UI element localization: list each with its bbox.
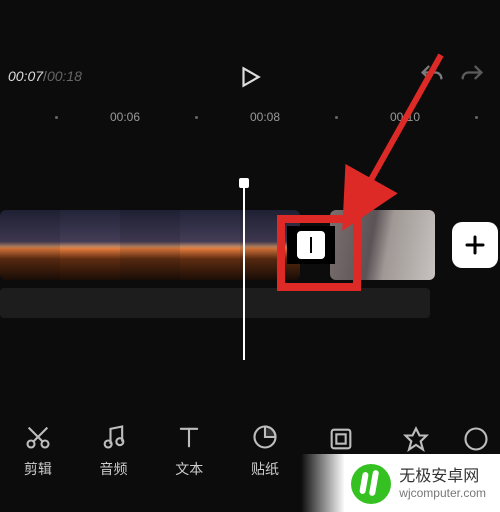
playhead[interactable] bbox=[243, 180, 245, 360]
video-timeline[interactable] bbox=[0, 210, 500, 280]
ruler-tick bbox=[475, 116, 478, 119]
tool-sticker-label: 贴纸 bbox=[251, 459, 279, 479]
undo-button[interactable] bbox=[418, 62, 446, 95]
playback-total: 00:18 bbox=[47, 68, 82, 84]
tool-audio-label: 音频 bbox=[100, 459, 128, 479]
annotation-highlight bbox=[277, 215, 361, 291]
tool-cut[interactable]: 剪辑 bbox=[8, 423, 68, 479]
watermark: 无极安卓网 wjcomputer.com bbox=[301, 454, 500, 512]
watermark-logo bbox=[351, 464, 391, 504]
ruler-label: 00:06 bbox=[110, 110, 140, 124]
tool-text-label: 文本 bbox=[175, 459, 203, 479]
watermark-url: wjcomputer.com bbox=[399, 487, 486, 499]
audio-lane[interactable] bbox=[0, 288, 430, 318]
tool-audio[interactable]: 音频 bbox=[84, 423, 144, 479]
playback-timecode: 00:07/00:18 bbox=[8, 68, 82, 84]
tool-cut-label: 剪辑 bbox=[24, 459, 52, 479]
ruler-tick bbox=[335, 116, 338, 119]
tool-text[interactable]: 文本 bbox=[159, 423, 219, 479]
watermark-title: 无极安卓网 bbox=[399, 469, 486, 485]
time-ruler[interactable]: 00:06 00:08 00:10 bbox=[0, 110, 500, 128]
tool-sticker[interactable]: 贴纸 bbox=[235, 423, 295, 479]
ruler-tick bbox=[195, 116, 198, 119]
redo-button[interactable] bbox=[458, 62, 486, 95]
playback-current: 00:07 bbox=[8, 68, 43, 84]
ruler-label: 00:10 bbox=[390, 110, 420, 124]
add-clip-button[interactable] bbox=[452, 222, 498, 268]
ruler-tick bbox=[55, 116, 58, 119]
play-button[interactable] bbox=[237, 64, 263, 95]
ruler-label: 00:08 bbox=[250, 110, 280, 124]
clip-1[interactable] bbox=[0, 210, 300, 280]
